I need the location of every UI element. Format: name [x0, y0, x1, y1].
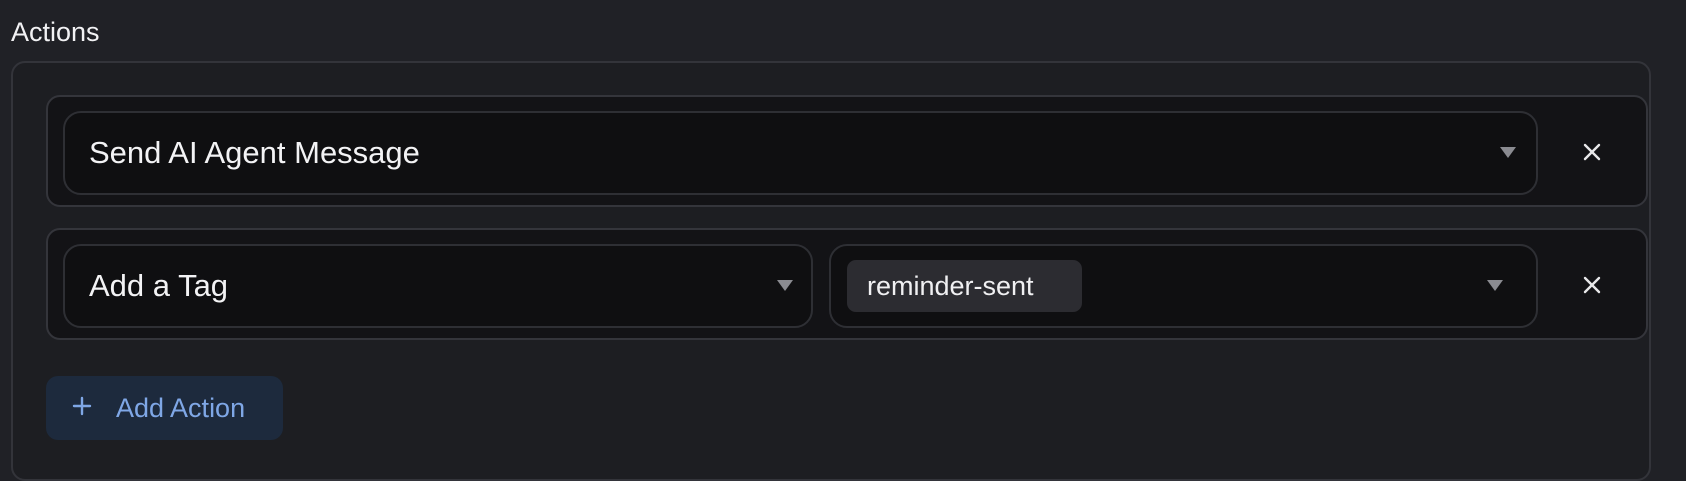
action-type-select[interactable]: Add a Tag	[63, 244, 813, 328]
tag-select[interactable]: reminder-sent	[829, 244, 1538, 328]
action-type-value: Add a Tag	[89, 268, 229, 303]
close-icon	[1583, 143, 1601, 161]
action-row: Add a Tag reminder-sent	[46, 228, 1648, 340]
add-action-label: Add Action	[116, 393, 246, 423]
section-title: Actions	[11, 17, 100, 47]
action-row: Send AI Agent Message	[46, 95, 1648, 207]
caret-down-icon	[1487, 280, 1503, 291]
action-type-select[interactable]: Send AI Agent Message	[63, 111, 1538, 195]
action-type-value: Send AI Agent Message	[89, 135, 420, 170]
plus-icon	[72, 396, 92, 416]
actions-panel: Send AI Agent Message Add a Tag reminder…	[11, 61, 1651, 481]
tag-chip[interactable]: reminder-sent	[847, 260, 1082, 312]
caret-down-icon	[1500, 147, 1516, 158]
close-icon	[1583, 276, 1601, 294]
add-action-button[interactable]: Add Action	[46, 376, 283, 440]
remove-action-button[interactable]	[1570, 130, 1614, 174]
caret-down-icon	[777, 280, 793, 291]
remove-action-button[interactable]	[1570, 263, 1614, 307]
